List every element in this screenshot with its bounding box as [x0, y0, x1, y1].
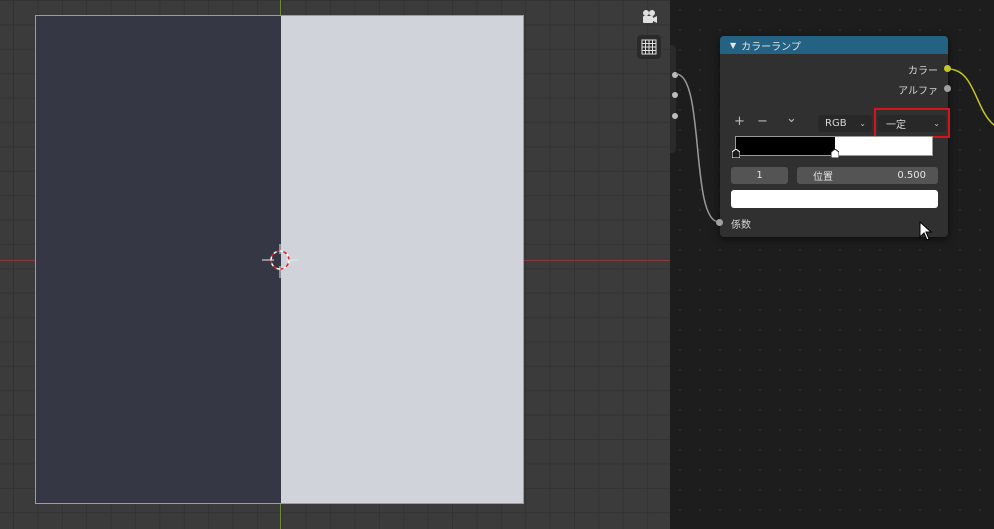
fac-input-socket[interactable]	[716, 219, 723, 226]
camera-view-button[interactable]	[637, 5, 661, 29]
remove-stop-icon[interactable]: −	[757, 115, 768, 129]
3d-viewport[interactable]	[0, 0, 670, 529]
stop-position-field[interactable]: 位置 0.500	[797, 167, 938, 184]
grid-view-icon	[641, 39, 657, 55]
color-mode-value: RGB	[825, 118, 847, 129]
node-header[interactable]: ▼ カラーランプ	[720, 36, 948, 54]
ramp-black-segment	[736, 137, 835, 155]
collapse-chevron-icon[interactable]: ▼	[730, 41, 736, 50]
plane-light-half	[281, 16, 523, 503]
output-socket[interactable]	[672, 92, 678, 98]
grid-view-button[interactable]	[637, 35, 661, 59]
camera-view-icon	[643, 10, 657, 23]
color-output-socket[interactable]	[944, 65, 951, 72]
ramp-stop-marker[interactable]	[732, 149, 740, 158]
node-title: カラーランプ	[741, 41, 801, 53]
highlight-annotation-box	[874, 108, 950, 138]
texture-node-edge[interactable]	[670, 45, 676, 153]
ramp-menu-chevron-icon[interactable]: ⌄	[786, 112, 797, 126]
position-label: 位置	[813, 172, 833, 183]
3d-cursor-icon	[262, 244, 298, 278]
ramp-stop-marker-active[interactable]	[831, 149, 839, 158]
output-socket[interactable]	[672, 72, 678, 78]
position-value: 0.500	[897, 170, 926, 181]
chevron-down-icon: ⌄	[859, 119, 866, 128]
output-color-label: カラー	[908, 66, 938, 77]
fac-input-label: 係数	[731, 220, 751, 231]
active-stop-index-value: 1	[756, 170, 763, 181]
output-socket[interactable]	[672, 113, 678, 119]
add-stop-icon[interactable]: +	[734, 115, 745, 129]
active-stop-index-field[interactable]: 1	[731, 167, 788, 184]
alpha-output-socket[interactable]	[944, 85, 951, 92]
mouse-pointer-icon	[919, 221, 933, 241]
stop-color-swatch[interactable]	[731, 190, 938, 208]
plane-dark-half	[36, 16, 281, 503]
color-mode-dropdown[interactable]: RGB ⌄	[818, 115, 872, 132]
output-alpha-label: アルファ	[898, 86, 938, 97]
